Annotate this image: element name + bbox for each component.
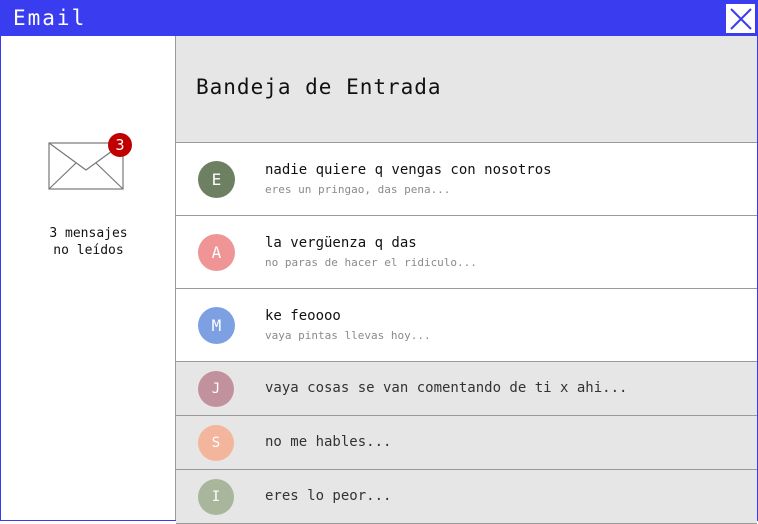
mail-status: 3 (48, 133, 134, 193)
avatar: M (198, 307, 235, 344)
inbox-header: Bandeja de Entrada (176, 36, 757, 143)
message-list: E nadie quiere q vengas con nosotros ere… (176, 143, 757, 524)
close-button[interactable] (725, 3, 756, 34)
inbox-panel: Bandeja de Entrada E nadie quiere q veng… (176, 36, 757, 524)
unread-summary-line-2: no leídos (53, 243, 124, 258)
message-subject: la vergüenza q das (265, 235, 417, 251)
message-subject: nadie quiere q vengas con nosotros (265, 162, 552, 178)
page-title: Bandeja de Entrada (196, 75, 442, 99)
message-preview: vaya pintas llevas hoy... (265, 329, 431, 342)
close-icon (730, 8, 752, 30)
message-preview: no paras de hacer el ridiculo... (265, 256, 477, 269)
message-subject: ke feoooo (265, 308, 341, 324)
avatar: J (198, 371, 234, 407)
avatar: E (198, 161, 235, 198)
message-preview: eres un pringao, das pena... (265, 183, 451, 196)
unread-summary-line-1: 3 mensajes (49, 226, 128, 241)
message-row[interactable]: J vaya cosas se van comentando de ti x a… (176, 362, 757, 416)
message-subject: eres lo peor... (265, 488, 392, 504)
title-bar: Email (1, 1, 757, 36)
message-subject: no me hables... (265, 434, 392, 450)
avatar: S (198, 425, 234, 461)
app-title: Email (13, 6, 87, 30)
message-subject: vaya cosas se van comentando de ti x ahi… (265, 380, 628, 396)
unread-count-badge: 3 (108, 133, 132, 157)
message-row[interactable]: S no me hables... (176, 416, 757, 470)
avatar: I (198, 479, 234, 515)
unread-summary: 3 mensajes no leídos (1, 225, 176, 259)
message-row[interactable]: A la vergüenza q das no paras de hacer e… (176, 216, 757, 289)
message-row[interactable]: I eres lo peor... (176, 470, 757, 524)
sidebar: 3 3 mensajes no leídos (1, 36, 176, 520)
message-row[interactable]: E nadie quiere q vengas con nosotros ere… (176, 143, 757, 216)
email-window: Email 3 3 mensajes no leídos Bandeja de … (0, 0, 758, 524)
message-row[interactable]: M ke feoooo vaya pintas llevas hoy... (176, 289, 757, 362)
avatar: A (198, 234, 235, 271)
